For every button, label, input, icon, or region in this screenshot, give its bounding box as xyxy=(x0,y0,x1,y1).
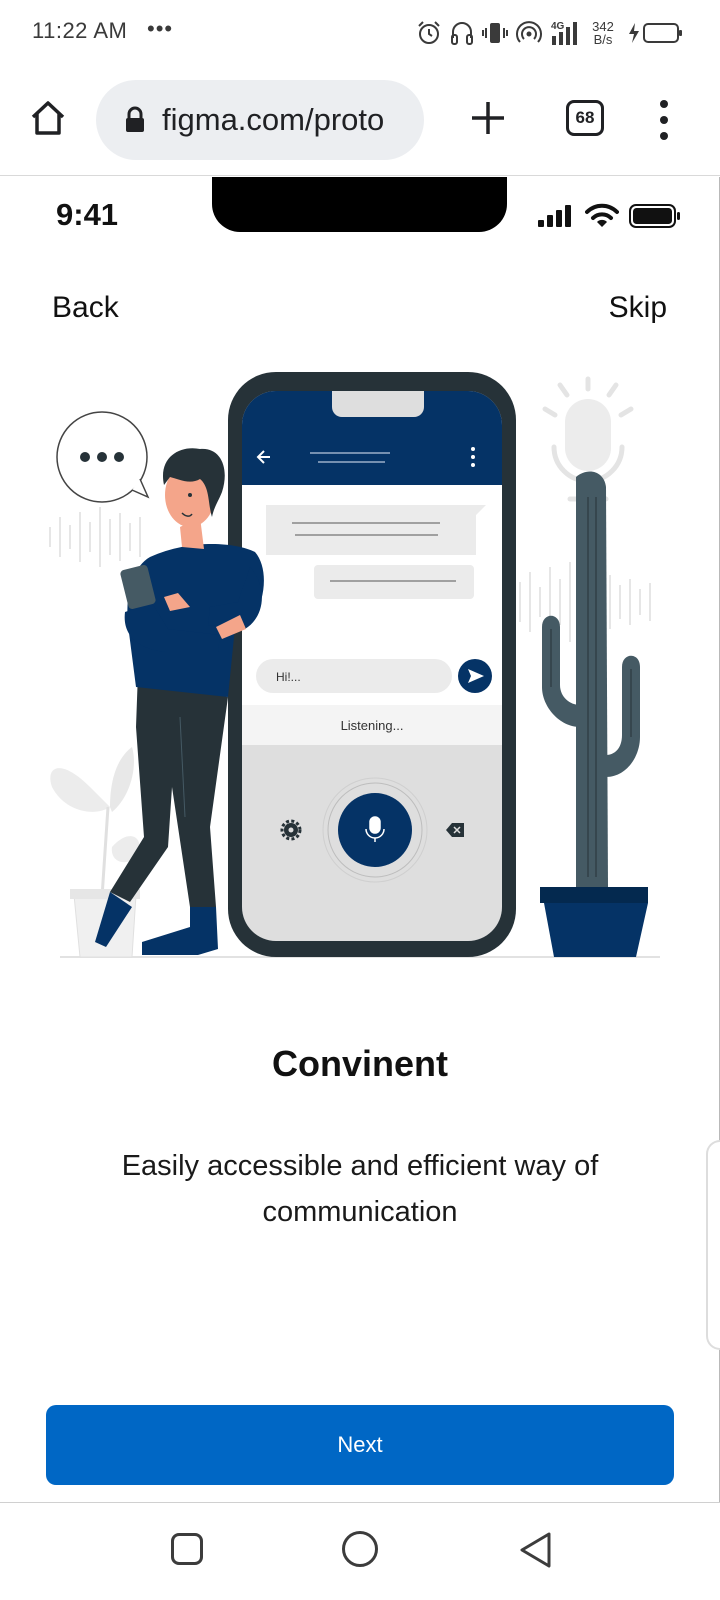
status-icons: 4G 342 B/s xyxy=(416,18,684,48)
next-button-label: Next xyxy=(337,1432,383,1457)
prototype-frame: 9:41 Back Skip Hi!... Listening... Convi… xyxy=(0,177,720,1502)
back-triangle-icon[interactable] xyxy=(518,1531,554,1569)
status-more-dots: ••• xyxy=(147,16,174,41)
wifi-icon xyxy=(585,203,619,227)
plant-illustration xyxy=(50,747,140,958)
menu-dot xyxy=(660,116,668,124)
kebab-menu-icon xyxy=(471,447,475,467)
cellular-signal-icon xyxy=(538,205,571,227)
onboarding-title: Convinent xyxy=(272,1043,448,1084)
home-circle-icon[interactable] xyxy=(342,1531,378,1567)
signal-4g-icon: 4G xyxy=(551,21,577,45)
alarm-icon xyxy=(418,21,440,44)
browser-toolbar: figma.com/proto 68 xyxy=(0,64,720,176)
lock-icon xyxy=(126,106,144,132)
speech-bubble-icon xyxy=(56,411,150,503)
tab-count: 68 xyxy=(575,108,595,127)
ios-time: 9:41 xyxy=(56,197,119,232)
headset-icon xyxy=(451,22,473,45)
tab-switcher-button[interactable]: 68 xyxy=(566,100,604,136)
svg-text:4G: 4G xyxy=(551,21,565,32)
menu-dot xyxy=(660,132,668,140)
device-notch xyxy=(212,177,507,232)
back-link[interactable]: Back xyxy=(52,291,119,325)
vibrate-icon xyxy=(482,23,508,43)
menu-dot xyxy=(660,100,668,108)
phone-mockup: Hi!... Listening... xyxy=(228,372,516,957)
status-time: 11:22 AM xyxy=(32,18,128,43)
new-tab-button[interactable] xyxy=(466,96,510,140)
listening-text: Listening... xyxy=(341,718,404,733)
home-icon xyxy=(31,101,65,135)
url-bar[interactable]: figma.com/proto xyxy=(96,80,424,160)
network-speed: 342 B/s xyxy=(592,19,614,47)
battery-icon xyxy=(629,204,680,228)
battery-charging-icon xyxy=(629,23,682,43)
edge-panel-handle[interactable] xyxy=(706,1140,720,1350)
next-button[interactable]: Next xyxy=(46,1405,674,1485)
android-nav-bar xyxy=(0,1502,720,1600)
recents-square-icon[interactable] xyxy=(171,1533,203,1565)
new-tab-plus-icon xyxy=(472,102,504,134)
skip-link[interactable]: Skip xyxy=(609,291,667,325)
ios-status-icons xyxy=(537,203,681,229)
android-status-bar: 11:22 AM ••• 4G 342 B/s xyxy=(0,0,720,64)
onboarding-illustration: Hi!... Listening... xyxy=(49,372,660,958)
cactus-illustration xyxy=(540,471,648,957)
onboarding-subtitle: Easily accessible and efficient way of c… xyxy=(121,1150,599,1228)
hotspot-icon xyxy=(516,21,542,43)
url-text: figma.com/proto xyxy=(162,102,385,137)
overflow-menu-button[interactable] xyxy=(650,98,678,142)
home-button[interactable] xyxy=(24,94,72,142)
sound-wave-left xyxy=(49,507,141,567)
chat-input-text: Hi!... xyxy=(276,670,301,684)
